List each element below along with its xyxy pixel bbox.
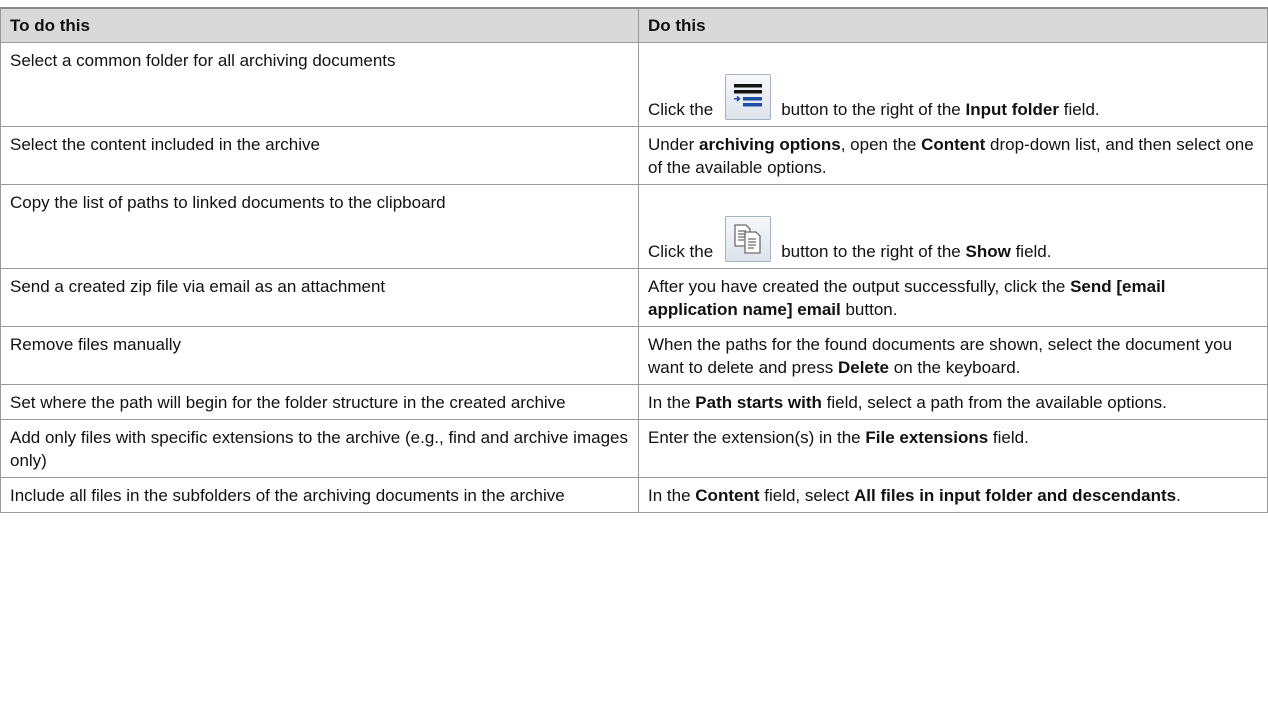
task-cell: Include all files in the subfolders of t… xyxy=(0,477,639,513)
task-cell: Add only files with specific extensions … xyxy=(0,419,639,478)
table-header-row: To do this Do this xyxy=(0,7,1268,43)
table-row: Copy the list of paths to linked documen… xyxy=(0,184,1268,269)
task-cell: Set where the path will begin for the fo… xyxy=(0,384,639,420)
action-cell: Click the button to the right of the Sho… xyxy=(638,184,1268,269)
action-text: button to the right of the Show field. xyxy=(781,242,1052,261)
table-row: Include all files in the subfolders of t… xyxy=(0,477,1268,513)
task-cell: Select the content included in the archi… xyxy=(0,126,639,185)
copy-to-clipboard-icon xyxy=(725,216,772,262)
action-text: Click the xyxy=(648,100,714,119)
input-folder-browse-icon xyxy=(725,74,772,120)
action-cell: After you have created the output succes… xyxy=(638,268,1268,327)
action-cell: Click the button to the right of the Inp… xyxy=(638,42,1268,127)
action-text: button to the right of the Input folder … xyxy=(781,100,1100,119)
task-cell: Select a common folder for all archiving… xyxy=(0,42,639,127)
action-cell: When the paths for the found documents a… xyxy=(638,326,1268,385)
table-row: Select a common folder for all archiving… xyxy=(0,42,1268,127)
action-text: Click the xyxy=(648,242,714,261)
show-field-name: Show xyxy=(965,242,1011,261)
task-cell: Remove files manually xyxy=(0,326,639,385)
table-row: Add only files with specific extensions … xyxy=(0,419,1268,478)
action-cell: In the Content field, select All files i… xyxy=(638,477,1268,513)
task-cell: Send a created zip file via email as an … xyxy=(0,268,639,327)
instructions-table: To do this Do this Select a common folde… xyxy=(0,7,1268,513)
action-cell: In the Path starts with field, select a … xyxy=(638,384,1268,420)
action-cell: Under archiving options, open the Conten… xyxy=(638,126,1268,185)
table-row: Send a created zip file via email as an … xyxy=(0,268,1268,327)
table-row: Set where the path will begin for the fo… xyxy=(0,384,1268,420)
header-to-do-this: To do this xyxy=(0,7,639,43)
task-cell: Copy the list of paths to linked documen… xyxy=(0,184,639,269)
header-do-this: Do this xyxy=(638,7,1268,43)
table-row: Remove files manually When the paths for… xyxy=(0,326,1268,385)
action-cell: Enter the extension(s) in the File exten… xyxy=(638,419,1268,478)
input-folder-field-name: Input folder xyxy=(965,100,1059,119)
table-row: Select the content included in the archi… xyxy=(0,126,1268,185)
